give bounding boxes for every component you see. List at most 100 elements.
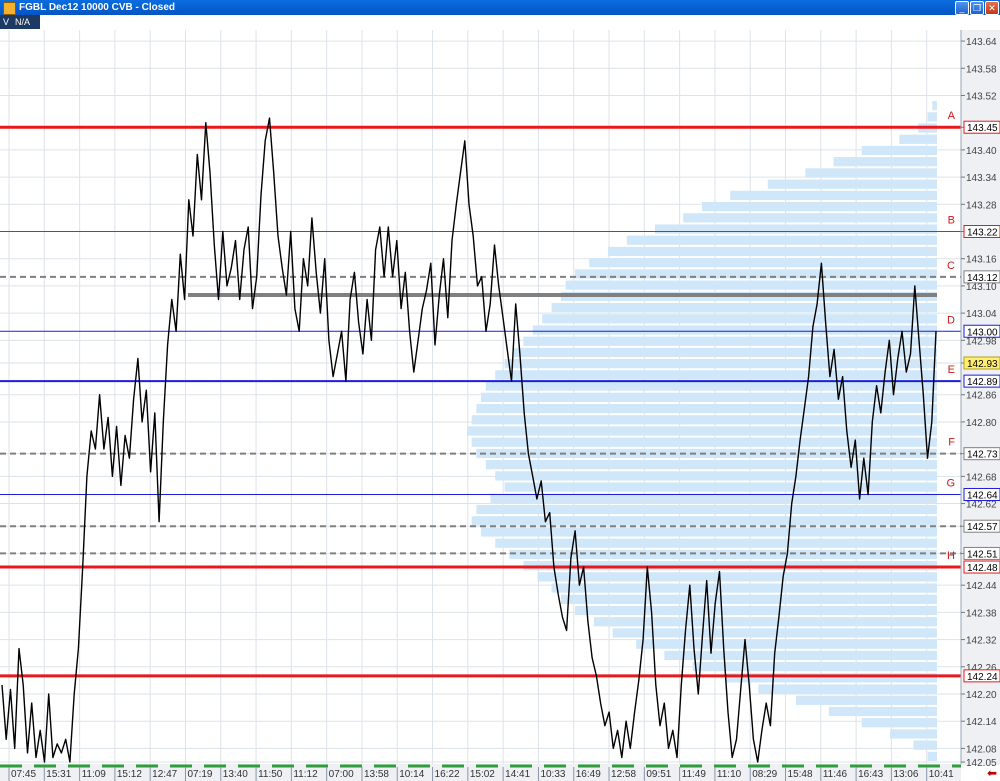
volume-profile-bar (561, 594, 937, 604)
volume-profile-bar (471, 415, 937, 425)
price-tick-label: 143.28 (966, 200, 997, 211)
time-tick-label: 11:49 (682, 769, 707, 780)
volume-profile-bar (495, 538, 937, 548)
volume-profile-bar (702, 201, 937, 212)
volume-profile-bar (542, 314, 937, 324)
volume-profile-bar (476, 504, 937, 515)
volume-profile-bar (490, 493, 937, 503)
volume-profile-bar (927, 751, 937, 761)
level-price-label: 142.89 (967, 377, 998, 388)
volume-profile-bar (692, 662, 937, 672)
level-price-label: 143.22 (967, 228, 998, 239)
level-price-label: 142.24 (967, 672, 998, 683)
v-label[interactable]: V (3, 15, 9, 29)
na-label[interactable]: N/A (15, 15, 30, 29)
volume-profile-bar (927, 112, 937, 122)
time-tick-label: 16:22 (435, 769, 460, 780)
volume-profile-bar (551, 583, 937, 593)
time-tick-label: 11:46 (823, 769, 848, 780)
close-button[interactable]: ✕ (985, 1, 999, 15)
level-price-label: 142.57 (967, 522, 998, 533)
volume-profile-bar (767, 179, 937, 189)
level-price-label: 142.64 (967, 490, 998, 501)
level-price-label: 143.00 (967, 327, 998, 338)
volume-profile-bar (495, 370, 937, 380)
level-letter: E (948, 364, 955, 376)
time-tick-label: 10:14 (399, 769, 424, 780)
volume-profile-bar (476, 403, 937, 414)
price-tick-label: 142.20 (966, 690, 997, 701)
scroll-back-arrow-icon[interactable]: ⬅ (987, 766, 997, 780)
volume-profile-bar (471, 437, 937, 447)
volume-profile-bar (551, 302, 937, 313)
volume-profile-bar (899, 134, 937, 144)
volume-profile-bar (481, 392, 937, 402)
volume-profile-bar (828, 706, 937, 717)
restore-button[interactable]: ❐ (970, 1, 984, 15)
level-letter: G (946, 477, 955, 489)
volume-profile-bar (471, 516, 937, 526)
price-tick-label: 143.64 (966, 37, 997, 48)
minimize-button[interactable]: _ (955, 1, 969, 15)
level-price-label: 142.48 (967, 563, 998, 574)
time-tick-label: 11:50 (258, 769, 283, 780)
price-tick-label: 142.86 (966, 391, 997, 402)
time-tick-label: 10:33 (540, 769, 565, 780)
price-tick-label: 143.58 (966, 64, 997, 75)
price-tick-label: 143.16 (966, 255, 997, 266)
volume-profile-bar (575, 605, 937, 616)
volume-profile-bar (861, 718, 937, 728)
time-tick-label: 13:06 (893, 769, 918, 780)
price-tick-label: 143.40 (966, 146, 997, 157)
time-tick-label: 11:10 (717, 769, 742, 780)
volume-profile-bar (636, 639, 937, 649)
time-tick-label: 12:47 (152, 769, 177, 780)
volume-profile-bar (565, 280, 937, 290)
volume-profile-bar (532, 325, 937, 335)
level-letter: C (947, 260, 955, 272)
level-letter: H (947, 550, 955, 562)
volume-profile-bar (485, 381, 937, 391)
level-price-label: 143.12 (967, 273, 998, 284)
volume-profile-bar (730, 190, 937, 200)
app-icon (3, 2, 16, 15)
window-titlebar: FGBL Dec12 10000 CVB - Closed _ ❐ ✕ (0, 0, 1000, 15)
volume-profile-bar (467, 426, 937, 436)
price-tick-label: 142.32 (966, 636, 997, 647)
price-tick-label: 142.14 (966, 717, 997, 728)
volume-profile-bar (664, 650, 937, 661)
level-price-label: 142.51 (967, 549, 998, 560)
volume-profile-bar (861, 145, 937, 156)
price-tick-label: 142.80 (966, 418, 997, 429)
volume-profile-bar (913, 740, 937, 750)
volume-profile-bar (589, 258, 937, 268)
price-tick-label: 143.04 (966, 309, 997, 320)
volume-profile-bar (758, 684, 937, 694)
volume-profile-bar (523, 336, 937, 346)
time-tick-label: 07:00 (329, 769, 354, 780)
time-tick-label: 14:41 (505, 769, 530, 780)
time-tick-label: 07:45 (11, 769, 36, 780)
volume-profile-bar (890, 729, 937, 739)
time-tick-label: 13:58 (364, 769, 389, 780)
volume-profile-bar (612, 628, 937, 638)
volume-profile-bar (593, 617, 937, 627)
level-letter: A (948, 110, 956, 122)
chart-toolstrip: V N/A (0, 15, 40, 29)
time-tick-label: 07:19 (187, 769, 212, 780)
volume-profile-bar (805, 168, 937, 178)
time-tick-label: 15:02 (470, 769, 495, 780)
volume-profile-bar (504, 359, 937, 369)
time-tick-label: 15:31 (46, 769, 71, 780)
window-title: FGBL Dec12 10000 CVB - Closed (19, 2, 175, 13)
current-price-label: 142.93 (967, 359, 998, 370)
level-price-label: 143.45 (967, 123, 998, 134)
time-tick-label: 15:48 (788, 769, 813, 780)
time-tick-label: 08:29 (752, 769, 777, 780)
volume-profile-bar (655, 224, 937, 234)
price-tick-label: 142.68 (966, 472, 997, 483)
volume-profile-bar (626, 235, 937, 245)
time-tick-label: 16:43 (858, 769, 883, 780)
volume-profile-bar (796, 695, 937, 705)
time-tick-label: 16:49 (576, 769, 601, 780)
